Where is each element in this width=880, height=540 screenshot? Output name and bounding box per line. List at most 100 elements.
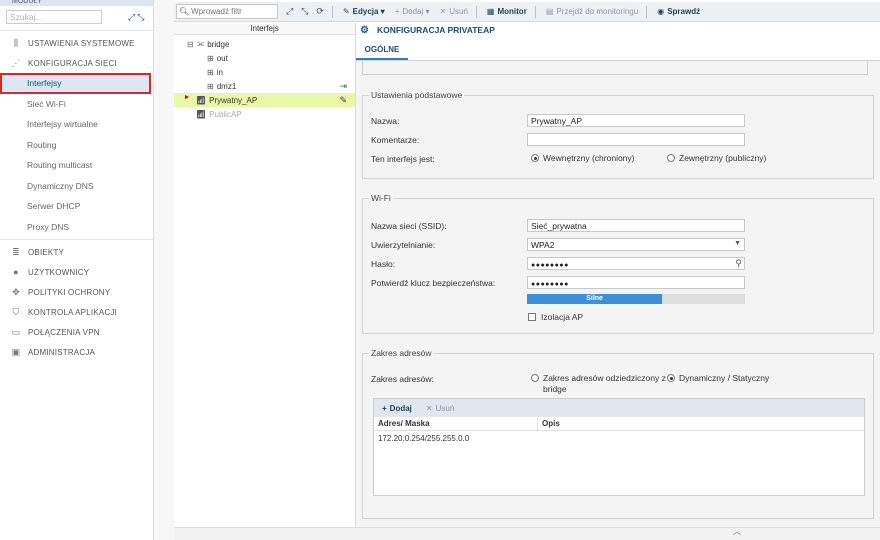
section-users[interactable]: ● UŻYTKOWNICY — [0, 262, 153, 282]
section-objects[interactable]: ≣ OBIEKTY — [0, 242, 153, 262]
comment-label: Komentarze: — [371, 135, 420, 145]
address-range-label: Zakres adresów: — [371, 374, 434, 384]
enter-icon[interactable]: ⇥ — [339, 81, 347, 92]
goto-monitoring-button[interactable]: ▤ Przejdź do monitoringu — [546, 7, 638, 16]
sidebar-search-input[interactable] — [6, 10, 102, 24]
add-button[interactable]: + Dodaj ▾ — [395, 7, 430, 16]
panel-title: ⚙ KONFIGURACJA PRIVATEAP — [360, 24, 495, 36]
ap-isolation-checkbox[interactable]: Izolacja AP — [528, 312, 583, 322]
col-address: Adres/ Maska — [374, 417, 538, 430]
password-label: Hasło: — [371, 259, 396, 269]
password-strength-fill: Silne — [527, 294, 663, 304]
chevron-up-icon[interactable]: ︿ — [726, 526, 748, 536]
ethernet-icon: ⊞ — [207, 81, 214, 91]
monitor-icon: ▦ — [486, 7, 495, 16]
arrows-icon: ✥ — [12, 286, 20, 297]
sidebar-item-dynamic-dns[interactable]: Dynamiczny DNS — [0, 176, 153, 197]
check-button[interactable]: ◉ Sprawdź — [657, 7, 700, 16]
section-administration[interactable]: ▣ ADMINISTRACJA — [0, 342, 153, 362]
name-input[interactable] — [527, 114, 745, 127]
gutter — [154, 0, 174, 540]
basic-settings-legend: Ustawienia podstawowe — [369, 90, 465, 100]
tree-item-in[interactable]: ⊞ in — [174, 65, 355, 79]
comment-input[interactable] — [527, 133, 745, 146]
monitor-button[interactable]: ▦ Monitor — [487, 7, 527, 16]
tree-item-dmz1[interactable]: ⊞ dmz1 ⇥ — [174, 79, 355, 93]
sidebar-item-virtual-interfaces[interactable]: Interfejsy wirtualne — [0, 114, 153, 135]
remove-address-button[interactable]: ✕ Usuń — [426, 404, 454, 413]
flag-icon — [185, 95, 189, 99]
expand-icon[interactable]: ⤢ — [286, 6, 293, 17]
interface-type-label: Ten interfejs jest: — [371, 154, 435, 164]
user-icon: ● — [13, 267, 19, 277]
password-input[interactable]: ●●●●●●●● ⚲ — [527, 257, 745, 270]
sidebar: MODUŁY ⤢⤡ ⫼ USTAWIENIA SYSTEMOWE ⋰ KONFI… — [0, 0, 154, 540]
radio-external[interactable]: Zewnętrzny (publiczny) — [667, 153, 766, 163]
col-description: Opis — [542, 419, 560, 428]
sidebar-item-routing-multicast[interactable]: Routing multicast — [0, 155, 153, 176]
radio-internal[interactable]: Wewnętrzny (chroniony) — [531, 153, 635, 163]
dropdown-arrow-icon: ▼ — [734, 240, 741, 247]
sidebar-item-proxy-dns[interactable]: Proxy DNS — [0, 217, 153, 238]
collapse-icon[interactable]: ⤡ — [301, 6, 308, 17]
bridge-icon: ⫘ — [197, 39, 205, 48]
section-app-control[interactable]: ⛉ KONTROLA APLIKACJI — [0, 302, 153, 322]
section-system-settings[interactable]: ⫼ USTAWIENIA SYSTEMOWE — [0, 33, 153, 53]
plus-icon: + — [382, 403, 387, 413]
sidebar-item-interfaces[interactable]: Interfejsy — [0, 73, 151, 94]
tree-header: Interfejs — [174, 23, 355, 35]
tree-item-private-ap[interactable]: 📶︎ Prywatny_AP ✎ — [174, 93, 355, 107]
table-row[interactable]: 172.20.0.254/255.255.0.0 — [374, 431, 864, 445]
show-password-icon[interactable]: ⚲ — [735, 258, 742, 269]
sidebar-item-dhcp-server[interactable]: Serwer DHCP — [0, 196, 153, 217]
chart-icon: ▤ — [545, 7, 554, 16]
eye-icon: ◉ — [657, 7, 665, 16]
section-network-config[interactable]: ⋰ KONFIGURACJA SIECI — [0, 53, 153, 73]
address-table: + Dodaj ✕ Usuń Adres/ Maska Opis 172.20.0.… — [373, 398, 865, 496]
admin-icon: ▣ — [11, 346, 21, 357]
tab-general[interactable]: OGÓLNE — [356, 45, 408, 60]
edit-button[interactable]: ✎ Edycja ▾ — [343, 7, 385, 16]
sidebar-item-routing[interactable]: Routing — [0, 135, 153, 156]
sidebar-item-wifi[interactable]: Sieć Wi-Fi — [0, 94, 153, 115]
password-strength-bar: Silne — [527, 294, 745, 304]
basic-settings-fieldset: Ustawienia podstawowe Nazwa: Komentarze:… — [362, 90, 874, 179]
config-panel: ⚙ KONFIGURACJA PRIVATEAP OGÓLNE Ustawien… — [356, 23, 880, 527]
network-icon: ⋰ — [11, 57, 21, 68]
shield-icon: ⛉ — [12, 306, 20, 317]
confirm-label: Potwierdź klucz bezpieczeństwa: — [371, 278, 496, 288]
section-security-policies[interactable]: ✥ POLITYKI OCHRONY — [0, 282, 153, 302]
database-icon: ≣ — [12, 246, 20, 257]
collapse-toggle-icon[interactable]: ⊟ — [187, 40, 197, 49]
search-icon: 🔍︎ — [179, 7, 190, 16]
tree-item-public-ap[interactable]: 📶︎ PublicAP — [174, 107, 355, 121]
toolbar: 🔍︎ ⤢ ⤡ ⟳ ✎Edycja ▾ +Dodaj ▾ ✕Usuń ▦Monit… — [174, 2, 880, 22]
remove-button[interactable]: ✕ Usuń — [440, 7, 468, 16]
confirm-input[interactable]: ●●●●●●●● — [527, 276, 745, 289]
section-vpn[interactable]: ▭ POŁĄCZENIA VPN — [0, 322, 153, 342]
tree-item-bridge[interactable]: ⊟ ⫘ bridge — [174, 37, 355, 51]
ethernet-icon: ⊞ — [207, 67, 214, 77]
address-range-legend: Zakres adresów — [369, 348, 434, 358]
tree-item-out[interactable]: ⊞ out — [174, 51, 355, 65]
pencil-icon: ✎ — [342, 7, 350, 16]
radio-inherited[interactable]: Zakres adresów odziedziczony z bridge — [531, 373, 666, 395]
ssid-label: Nazwa sieci (SSID): — [371, 221, 447, 231]
name-label: Nazwa: — [371, 116, 400, 126]
filter-input[interactable] — [191, 7, 278, 16]
filter-box: 🔍︎ — [176, 4, 278, 19]
expand-all-icon[interactable]: ⤢⤡ — [128, 12, 146, 23]
x-icon: ✕ — [425, 403, 433, 413]
ssid-input[interactable] — [527, 219, 745, 232]
bottom-bar: ︿ — [174, 527, 880, 540]
auth-select[interactable]: WPA2 ▼ — [527, 238, 745, 251]
x-icon: ✕ — [439, 7, 447, 16]
gear-icon: ⚙ — [360, 24, 369, 36]
edit-icon[interactable]: ✎ — [339, 95, 347, 106]
wifi-icon: 📶︎ — [196, 95, 207, 105]
add-address-button[interactable]: + Dodaj — [382, 404, 412, 413]
radio-dynamic-static[interactable]: Dynamiczny / Statyczny — [667, 373, 769, 383]
interface-tree: Interfejs ⊟ ⫘ bridge ⊞ out ⊞ in ⊞ dmz1 ⇥… — [174, 23, 356, 527]
wifi-fieldset: Wi-Fi Nazwa sieci (SSID): Uwierzytelnian… — [362, 193, 874, 334]
refresh-icon[interactable]: ⟳ — [316, 6, 324, 17]
